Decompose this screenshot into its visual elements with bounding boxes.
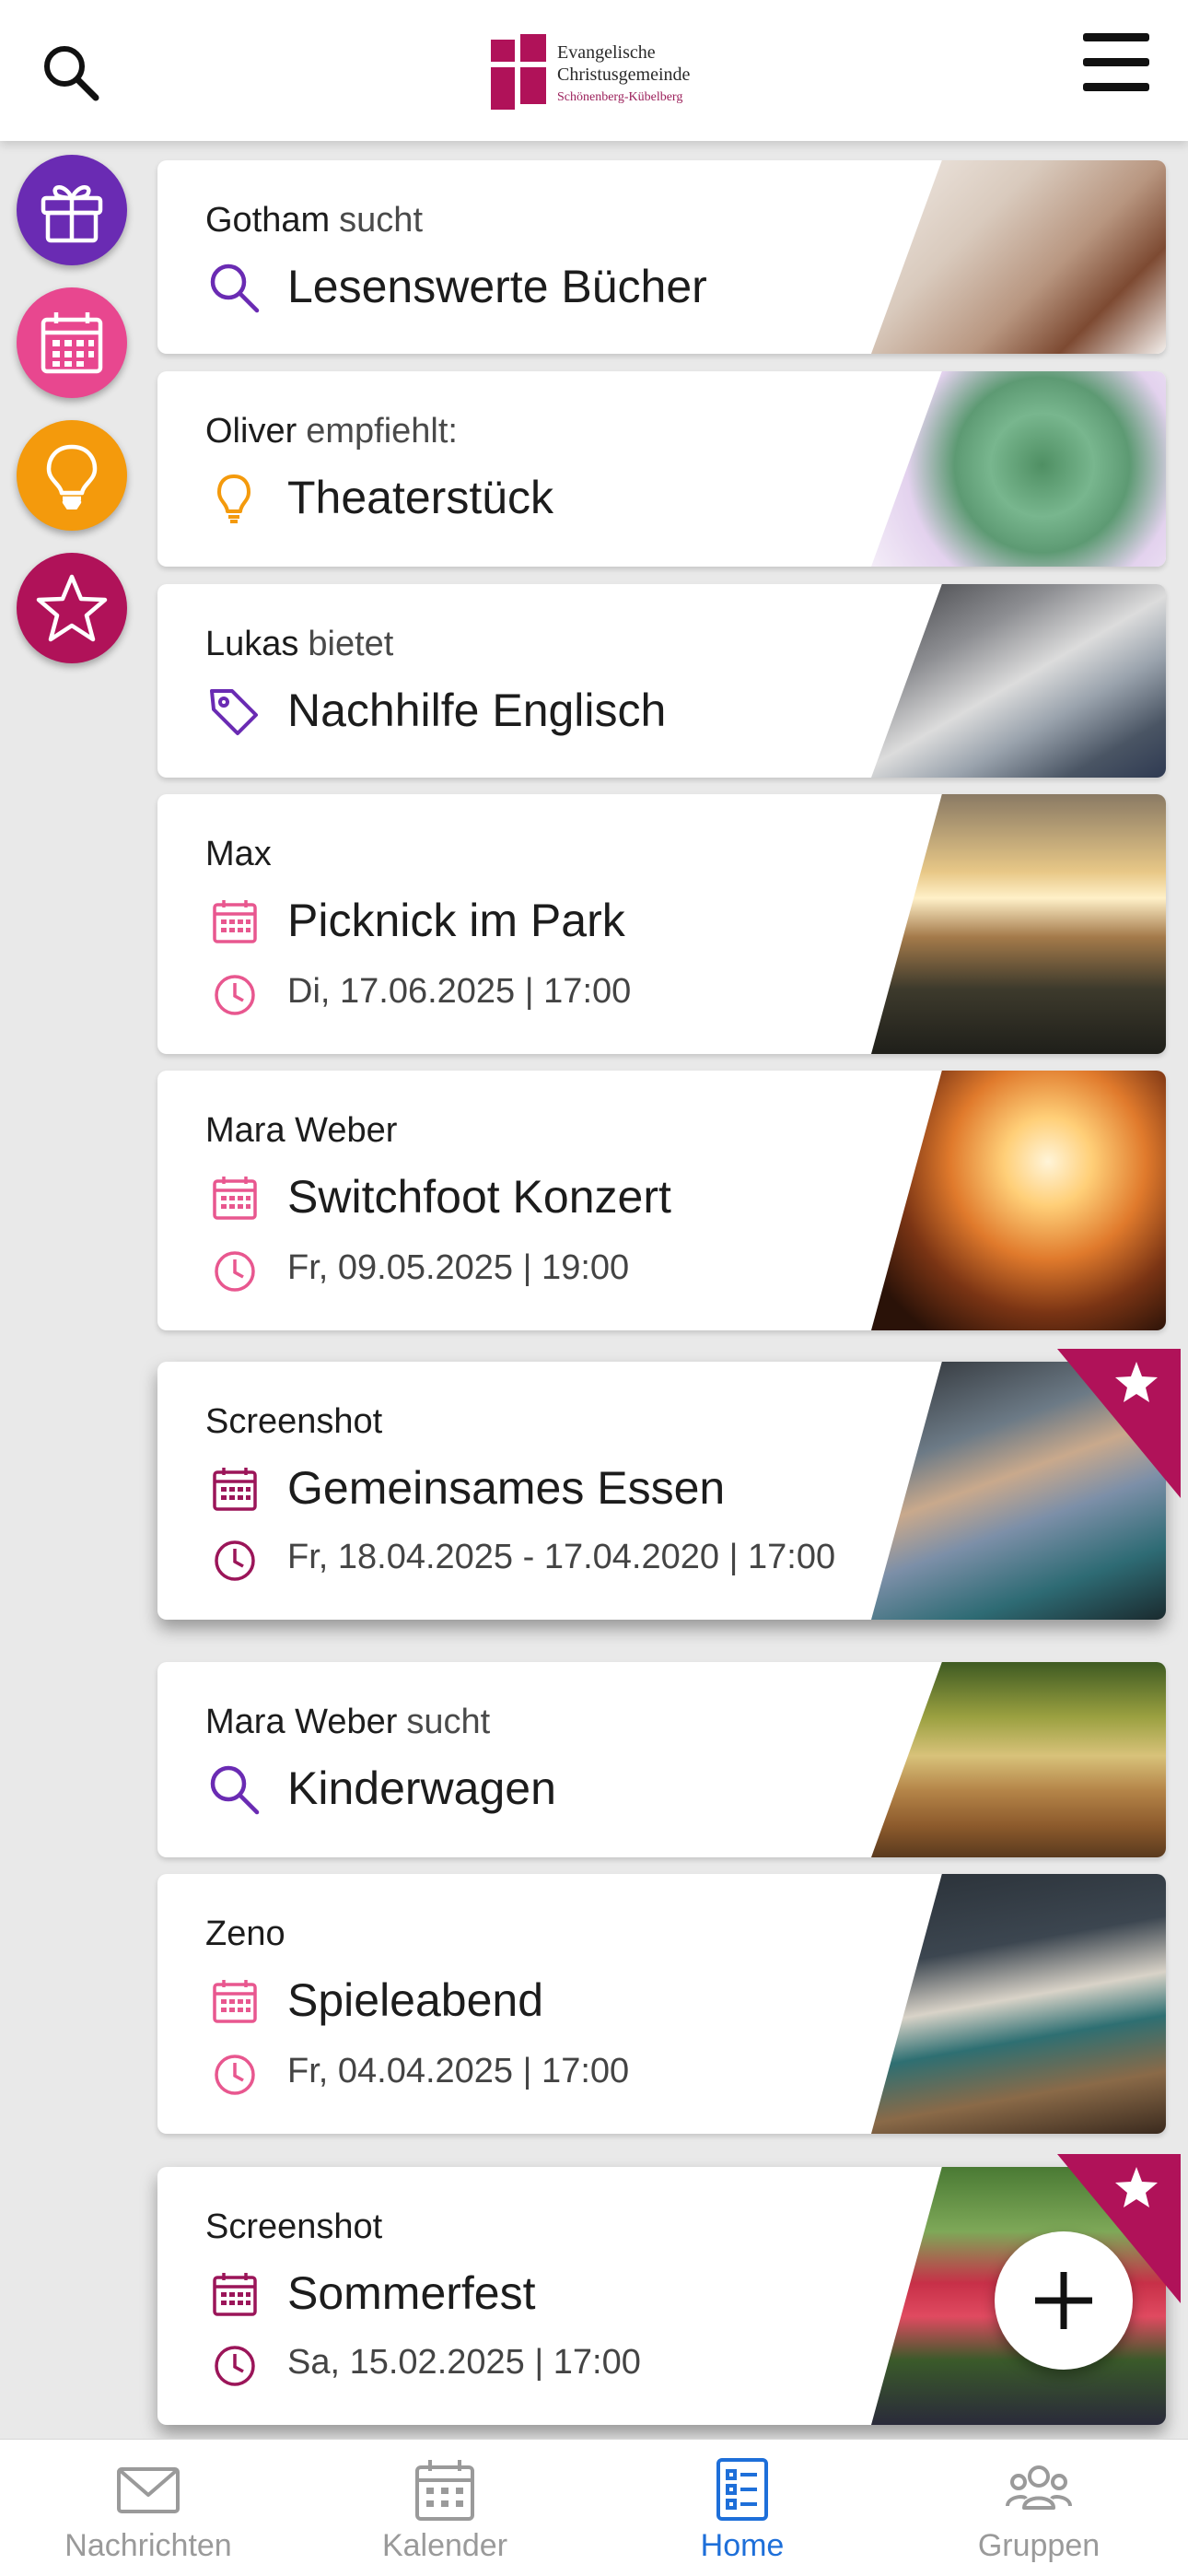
card-image-picnic (871, 794, 1166, 1054)
clock-icon (215, 1540, 255, 1581)
nav-item-home[interactable]: Home (594, 2440, 891, 2576)
card-author: Lukas (205, 625, 299, 663)
tag-icon (210, 689, 258, 735)
nav-label: Home (700, 2528, 785, 2563)
card-title: Gemeinsames Essen (287, 1462, 726, 1514)
card-date: Fr, 18.04.2025 - 17.04.2020 | 17:00 (287, 1538, 836, 1576)
calendar-icon (213, 1980, 257, 2023)
church-logo[interactable]: Evangelische Christusgemeinde Schönenber… (491, 30, 721, 113)
star-icon (36, 574, 108, 642)
clock-icon (215, 2346, 255, 2386)
search-icon (210, 1765, 260, 1815)
calendar-icon (213, 2273, 257, 2316)
filter-favorites-button[interactable] (17, 553, 127, 663)
nav-label: Gruppen (977, 2528, 1101, 2563)
nav-label: Nachrichten (64, 2528, 232, 2563)
app-header: Evangelische Christusgemeinde Schönenber… (0, 0, 1188, 141)
search-icon (210, 263, 260, 313)
card-date: Di, 17.06.2025 | 17:00 (287, 972, 632, 1011)
card-author: Mara Weber (205, 1111, 398, 1150)
bottom-navigation: Nachrichten Kalender Home Gruppen (0, 2439, 1188, 2576)
lightbulb-icon (46, 444, 98, 509)
nav-item-kalender[interactable]: Kalender (297, 2440, 593, 2576)
card-verb: bietet (308, 625, 394, 663)
group-icon (1006, 2465, 1072, 2510)
favorite-ribbon-icon (1057, 1349, 1181, 1498)
calendar-icon (41, 312, 103, 374)
card-title: Lesenswerte Bücher (287, 261, 707, 312)
card-author: Gotham (205, 201, 331, 240)
card-verb: sucht (339, 201, 423, 240)
logo-line-2: Christusgemeinde (557, 64, 691, 85)
calendar-icon (213, 1177, 257, 1220)
filter-idea-button[interactable] (17, 420, 127, 531)
nav-item-nachrichten[interactable]: Nachrichten (0, 2440, 297, 2576)
card-title: Picknick im Park (287, 895, 625, 946)
card-title: Sommerfest (287, 2267, 536, 2319)
list-item[interactable]: Oliver empfiehlt: Theaterstück (157, 371, 1166, 567)
card-title: Spieleabend (287, 1974, 544, 2026)
filter-calendar-button[interactable] (17, 287, 127, 398)
search-icon[interactable] (41, 42, 101, 103)
calendar-icon (213, 900, 257, 943)
filter-gift-button[interactable] (17, 155, 127, 265)
card-image-concert (871, 1071, 1166, 1330)
calendar-icon (415, 2460, 474, 2521)
list-item[interactable]: Screenshot Gemeinsames Essen Fr, 18.04.2… (157, 1362, 1166, 1620)
lightbulb-icon (217, 474, 250, 523)
clock-icon (215, 2055, 255, 2095)
card-author: Zeno (205, 1914, 285, 1953)
card-title: Kinderwagen (287, 1762, 556, 1814)
list-item[interactable]: Mara Weber sucht Kinderwagen (157, 1662, 1166, 1857)
mail-icon (117, 2467, 180, 2513)
card-title: Nachhilfe Englisch (287, 685, 667, 736)
logo-line-3: Schönenberg-Kübelberg (557, 90, 683, 104)
card-author: Mara Weber (205, 1703, 398, 1741)
nav-label: Kalender (381, 2528, 508, 2563)
logo-line-1: Evangelische (557, 42, 656, 63)
card-image-stroller (871, 1662, 1166, 1857)
card-date: Sa, 15.02.2025 | 17:00 (287, 2343, 641, 2382)
add-button[interactable] (995, 2231, 1133, 2370)
list-item[interactable]: Max Picknick im Park Di, 17.06.2025 | 17… (157, 794, 1166, 1054)
card-title: Theaterstück (287, 472, 554, 523)
plus-icon (1035, 2272, 1092, 2329)
list-item[interactable]: Lukas bietet Nachhilfe Englisch (157, 584, 1166, 778)
card-date: Fr, 09.05.2025 | 19:00 (287, 1248, 630, 1287)
list-item[interactable]: Zeno Spieleabend Fr, 04.04.2025 | 17:00 (157, 1874, 1166, 2134)
card-author: Max (205, 835, 272, 873)
gift-icon (41, 185, 103, 243)
card-image-succulent (871, 371, 1166, 567)
card-date: Fr, 04.04.2025 | 17:00 (287, 2052, 630, 2090)
card-title: Switchfoot Konzert (287, 1171, 671, 1223)
card-image-books (871, 160, 1166, 354)
card-verb: sucht (406, 1703, 491, 1741)
card-author: Screenshot (205, 1402, 383, 1441)
list-icon (716, 2458, 768, 2521)
card-author: Screenshot (205, 2207, 383, 2246)
list-item[interactable]: Gotham sucht Lesenswerte Bücher (157, 160, 1166, 354)
card-image-chess (871, 1874, 1166, 2134)
nav-item-gruppen[interactable]: Gruppen (891, 2440, 1187, 2576)
card-image-desk (871, 584, 1166, 778)
list-item[interactable]: Mara Weber Switchfoot Konzert Fr, 09.05.… (157, 1071, 1166, 1330)
calendar-icon (213, 1468, 257, 1511)
clock-icon (215, 975, 255, 1015)
clock-icon (215, 1251, 255, 1292)
hamburger-menu-icon[interactable] (1083, 33, 1153, 94)
card-verb: empfiehlt: (306, 412, 458, 451)
card-author: Oliver (205, 412, 297, 451)
cross-logo-mark (491, 34, 546, 110)
